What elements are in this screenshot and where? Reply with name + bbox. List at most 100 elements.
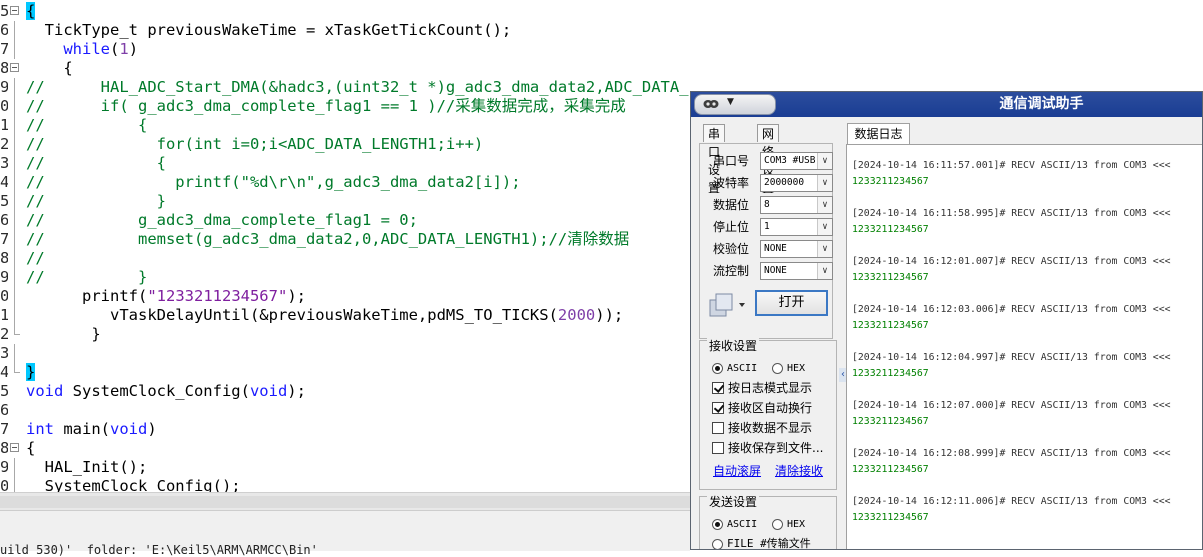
code-editor[interactable]: 5{6 TickType_t previousWakeTime = xTaskG… (0, 0, 690, 492)
code-text: int main(void) (26, 420, 157, 439)
fold-guide (14, 78, 15, 97)
code-token: 1 (119, 40, 129, 58)
save-to-file-checkbox[interactable] (712, 442, 724, 454)
code-text: } (26, 325, 100, 344)
send-hex-radio[interactable] (772, 519, 783, 530)
title-bar[interactable]: ▼ 通信调试助手 (691, 92, 1202, 117)
code-line[interactable]: 7 // memset(g_adc3_dma_data2,0,ADC_DATA_L… (0, 230, 690, 249)
code-text: void SystemClock_Config(void); (26, 382, 306, 401)
parity-select[interactable]: NONE ∨ (760, 240, 833, 258)
code-line[interactable]: 8{ (0, 439, 690, 458)
code-line[interactable]: 6 TickType_t previousWakeTime = xTaskGet… (0, 21, 690, 40)
code-line[interactable]: 2 } (0, 325, 690, 344)
code-line[interactable]: 5 void SystemClock_Config(void); (0, 382, 690, 401)
clear-receive-link[interactable]: 清除接收 (775, 462, 823, 479)
editor-horizontal-scrollbar[interactable] (0, 492, 690, 511)
code-token: ) (128, 40, 139, 58)
scrollbar-thumb[interactable] (0, 496, 690, 508)
code-line[interactable]: 4 // printf("%d\r\n",g_adc3_dma_data2[i])… (0, 173, 690, 192)
receive-hex-radio[interactable] (772, 363, 783, 374)
send-ascii-radio[interactable] (712, 519, 723, 530)
stop-bits-select[interactable]: 1 ∨ (760, 218, 833, 236)
code-line[interactable]: 1 vTaskDelayUntil(&previousWakeTime,pdMS… (0, 306, 690, 325)
tab-serial-settings[interactable]: 串口设置 (703, 124, 726, 195)
code-token: )); (595, 306, 624, 324)
tab-data-log[interactable]: 数据日志 (847, 123, 910, 145)
code-token: ); (287, 382, 306, 400)
code-text: // if( g_adc3_dma_complete_flag1 == 1 )/… (26, 97, 626, 116)
code-line[interactable]: 4} (0, 363, 690, 382)
code-token: // memset(g_adc3_dma_data2,0,ADC_DATA_LE… (26, 230, 630, 248)
chevron-down-icon: ∨ (817, 263, 832, 279)
line-number: 3 (0, 154, 8, 172)
code-token: // } (26, 268, 148, 286)
tab-network-settings[interactable]: 网络设置 (757, 124, 780, 195)
port-list-icon[interactable] (708, 290, 748, 322)
data-bits-select[interactable]: 8 ∨ (760, 196, 833, 214)
fold-toggle-icon[interactable] (10, 6, 19, 15)
baud-rate-select[interactable]: 2000000 ∨ (760, 174, 833, 192)
open-port-button[interactable]: 打开 (755, 290, 828, 316)
code-token: printf( (26, 287, 148, 305)
code-line[interactable]: 6 (0, 401, 690, 420)
code-line[interactable]: 2 // for(int i=0;i<ADC_DATA_LENGTH1;i++) (0, 135, 690, 154)
code-line[interactable]: 9 // HAL_ADC_Start_DMA(&hadc3,(uint32_t *… (0, 78, 690, 97)
code-token: { (26, 59, 73, 77)
fold-toggle-icon[interactable] (10, 443, 19, 452)
log-data: 1233211234567 (852, 272, 929, 283)
line-number: 7 (0, 420, 8, 438)
flow-control-select[interactable]: NONE ∨ (760, 262, 833, 280)
chevron-down-icon: ∨ (817, 153, 832, 169)
code-line[interactable]: 7 while(1) (0, 40, 690, 59)
auto-wrap-checkbox[interactable] (712, 402, 724, 414)
code-line[interactable]: 1 // { (0, 116, 690, 135)
code-text: } (26, 363, 36, 382)
log-mode-label: 按日志模式显示 (728, 381, 813, 395)
log-data: 1233211234567 (852, 320, 929, 331)
code-line[interactable]: 9 HAL_Init(); (0, 458, 690, 477)
code-text: // memset(g_adc3_dma_data2,0,ADC_DATA_LE… (26, 230, 629, 249)
code-token: { (26, 439, 36, 457)
code-line[interactable]: 6 // g_adc3_dma_complete_flag1 = 0; (0, 211, 690, 230)
code-line[interactable]: 5 // } (0, 192, 690, 211)
line-number: 7 (0, 230, 8, 248)
code-line[interactable]: 5{ (0, 2, 690, 21)
code-text: // (26, 249, 45, 268)
send-file-radio[interactable] (712, 539, 723, 549)
code-token: SystemClock_Config( (63, 382, 250, 400)
code-line[interactable]: 8 // (0, 249, 690, 268)
fold-toggle-icon[interactable] (10, 63, 19, 72)
code-line[interactable]: 0 // if( g_adc3_dma_complete_flag1 == 1 )… (0, 97, 690, 116)
fold-guide (14, 268, 15, 287)
code-line[interactable]: 8 { (0, 59, 690, 78)
code-line[interactable]: 7 int main(void) (0, 420, 690, 439)
code-line[interactable]: 0 SystemClock_Config(); (0, 477, 690, 492)
log-entry: [2024-10-14 16:11:58.995]# RECV ASCII/13… (852, 207, 1202, 237)
code-line[interactable]: 3 (0, 344, 690, 363)
serial-assistant-window[interactable]: ▼ 通信调试助手 串口设置 网络设置 串口号 COM3 #USB∨ 波特率 20… (690, 91, 1203, 550)
code-token: while (63, 40, 110, 58)
code-line[interactable]: 0 printf("1233211234567"); (0, 287, 690, 306)
receive-log[interactable]: [2024-10-14 16:11:57.001]# RECV ASCII/13… (846, 144, 1202, 549)
line-number: 1 (0, 306, 8, 324)
line-number: 6 (0, 211, 8, 229)
receive-ascii-radio[interactable] (712, 363, 723, 374)
port-select[interactable]: COM3 #USB ∨ (760, 152, 833, 170)
auto-scroll-link[interactable]: 自动滚屏 (713, 462, 761, 479)
code-token: // (26, 249, 45, 267)
code-line[interactable]: 3 // { (0, 154, 690, 173)
send-hex-label: HEX (787, 519, 806, 530)
code-text: { (26, 59, 73, 78)
hide-data-checkbox[interactable] (712, 422, 724, 434)
line-number: 2 (0, 135, 8, 153)
line-number: 9 (0, 268, 8, 286)
parity-value: NONE (764, 243, 787, 254)
fold-guide (14, 458, 15, 477)
log-mode-checkbox[interactable] (712, 382, 724, 394)
hide-data-label: 接收数据不显示 (728, 421, 813, 435)
code-text: { (26, 439, 35, 458)
fold-guide (14, 21, 15, 40)
line-number: 0 (0, 97, 8, 115)
code-line[interactable]: 9 // } (0, 268, 690, 287)
